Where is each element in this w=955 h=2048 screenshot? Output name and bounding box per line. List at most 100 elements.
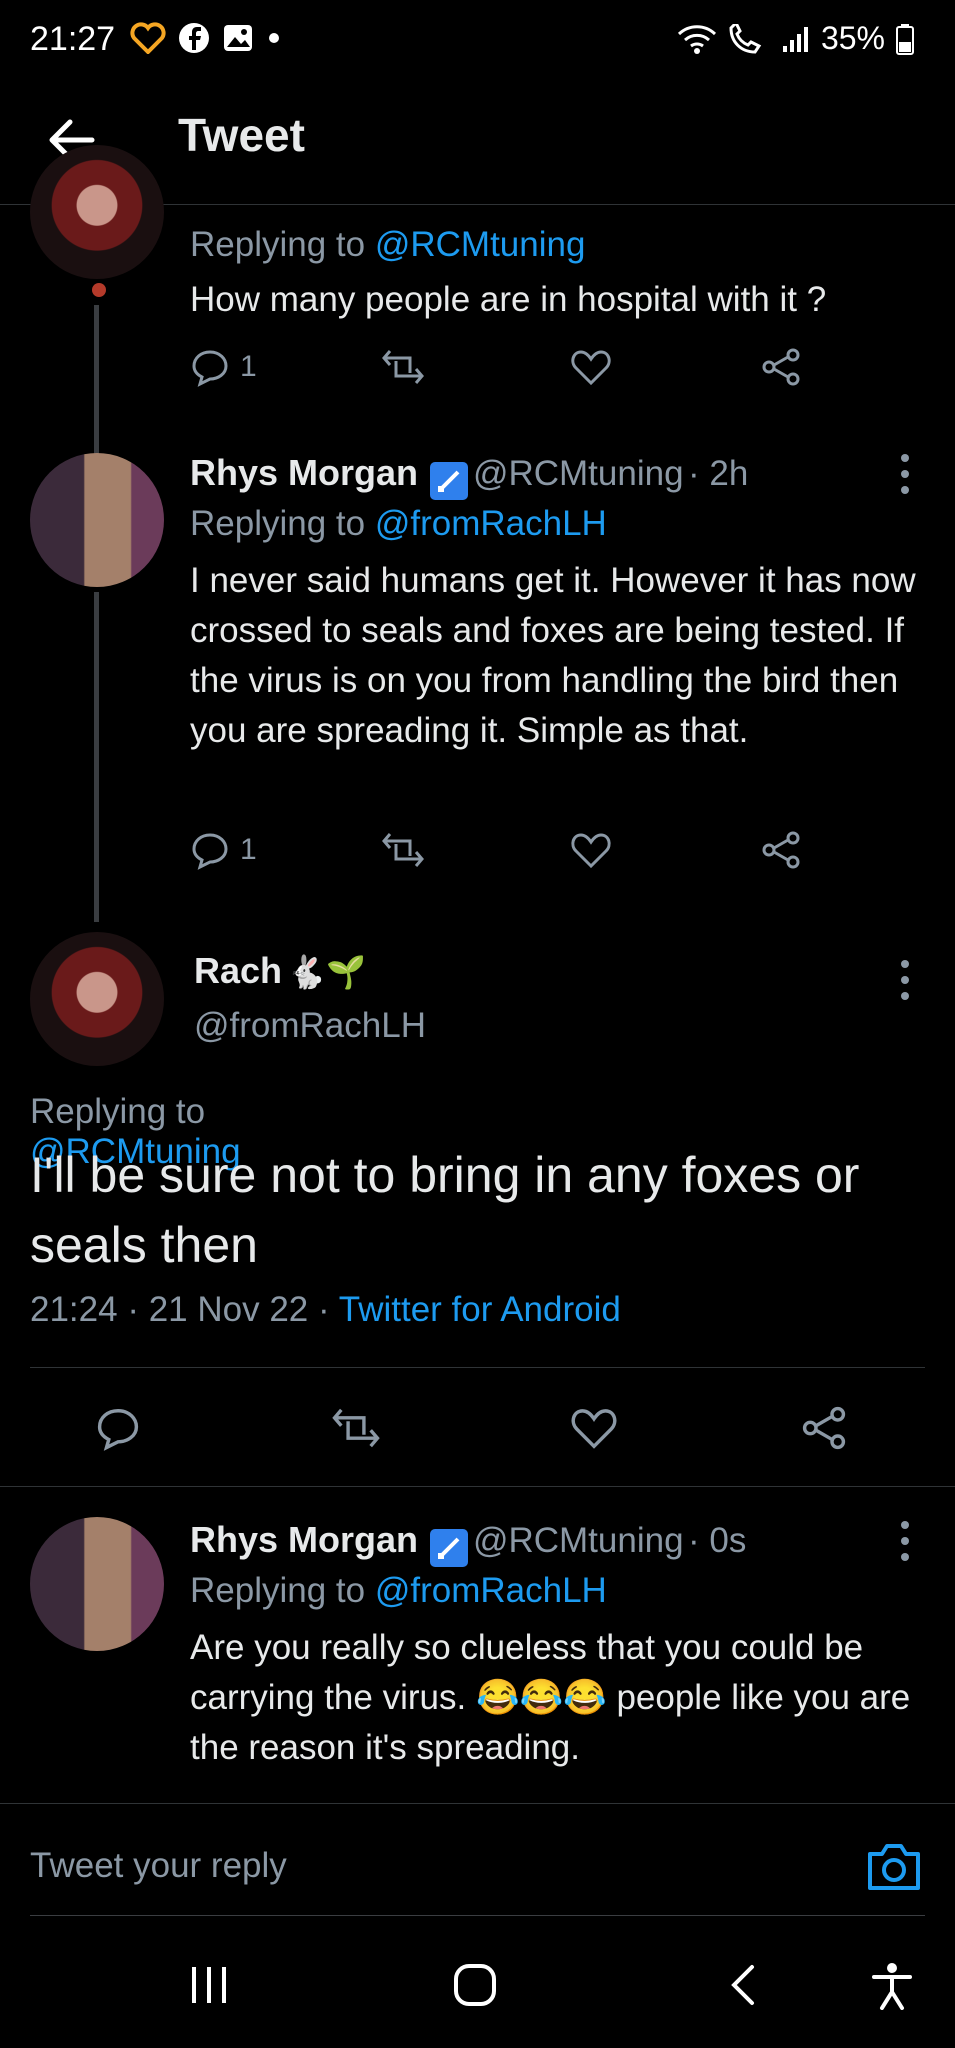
share-button[interactable] bbox=[760, 347, 802, 387]
author-block[interactable]: Rach 🐇🌱 @fromRachLH bbox=[194, 950, 426, 1046]
laughing-emojis: 😂😂😂 bbox=[475, 1678, 607, 1717]
share-button[interactable] bbox=[760, 830, 802, 870]
separator: · bbox=[127, 1290, 139, 1329]
main-tweet-text: I'll be sure not to bring in any foxes o… bbox=[30, 1147, 860, 1273]
recents-icon[interactable] bbox=[188, 1965, 230, 2005]
replying-label: Replying to bbox=[190, 225, 366, 264]
reply-button[interactable] bbox=[95, 1405, 330, 1451]
replying-to: Replying to @fromRachLH bbox=[190, 504, 607, 544]
more-options-icon[interactable] bbox=[900, 1521, 910, 1561]
battery-percent: 35% bbox=[820, 20, 885, 56]
more-options-icon[interactable] bbox=[900, 960, 910, 1000]
tweet-actions: 1 bbox=[190, 347, 802, 387]
handle: @fromRachLH bbox=[194, 1006, 426, 1045]
reply-count: 1 bbox=[240, 833, 257, 866]
retweet-button[interactable] bbox=[380, 347, 570, 387]
timestamp: · 2h bbox=[688, 454, 749, 493]
dot-icon bbox=[269, 33, 279, 43]
heart-notification-icon bbox=[130, 22, 166, 54]
retweet-button[interactable] bbox=[330, 1405, 570, 1451]
mention-link[interactable]: @fromRachLH bbox=[375, 504, 607, 543]
tweet-meta: 21:24 · 21 Nov 22 · Twitter for Android bbox=[30, 1290, 621, 1330]
avatar[interactable] bbox=[30, 932, 164, 1066]
divider bbox=[30, 1915, 925, 1916]
signal-icon bbox=[782, 26, 808, 52]
verified-badge-icon bbox=[430, 461, 469, 500]
heart-icon bbox=[571, 833, 611, 869]
more-options-icon[interactable] bbox=[900, 454, 910, 494]
status-right: 35% bbox=[677, 20, 915, 57]
tweet-text: I never said humans get it. However it h… bbox=[190, 561, 916, 750]
separator: · bbox=[318, 1290, 330, 1329]
retweet-icon bbox=[382, 350, 424, 384]
tweet-text: Are you really so clueless that you coul… bbox=[190, 1623, 930, 1773]
like-button[interactable] bbox=[570, 1405, 800, 1451]
replying-to: Replying to @RCMtuning bbox=[190, 225, 585, 265]
tweet-header: Rhys Morgan @RCMtuning · 0s bbox=[190, 1519, 746, 1567]
android-nav-bar bbox=[0, 1920, 955, 2048]
display-name[interactable]: Rhys Morgan bbox=[190, 452, 418, 493]
mention-link[interactable]: @fromRachLH bbox=[375, 1571, 607, 1610]
share-button[interactable] bbox=[800, 1405, 848, 1451]
share-icon bbox=[762, 831, 800, 869]
name-emojis: 🐇🌱 bbox=[286, 954, 367, 990]
reply-button[interactable]: 1 bbox=[190, 830, 380, 870]
retweet-button[interactable] bbox=[380, 830, 570, 870]
reply-composer: Tweet your reply bbox=[0, 1803, 955, 1919]
accessibility-icon[interactable] bbox=[870, 1962, 914, 2010]
divider bbox=[0, 1486, 955, 1487]
tweet-source-link[interactable]: Twitter for Android bbox=[339, 1290, 621, 1329]
reply-button[interactable]: 1 bbox=[190, 347, 380, 387]
mention-link[interactable]: @RCMtuning bbox=[375, 225, 586, 264]
main-tweet-actions bbox=[95, 1405, 848, 1451]
display-name[interactable]: Rhys Morgan bbox=[190, 1519, 418, 1560]
timestamp: · 0s bbox=[688, 1521, 747, 1560]
replying-to: Replying to @fromRachLH bbox=[190, 1571, 607, 1611]
reply-input[interactable]: Tweet your reply bbox=[30, 1846, 287, 1886]
camera-icon[interactable] bbox=[866, 1842, 922, 1892]
retweet-icon bbox=[382, 833, 424, 867]
tweet-actions: 1 bbox=[190, 830, 802, 870]
thread-line bbox=[94, 592, 99, 922]
reply-icon bbox=[97, 1409, 139, 1451]
notification-icons bbox=[130, 22, 282, 54]
status-time: 21:27 bbox=[30, 20, 116, 58]
heart-icon bbox=[571, 350, 611, 386]
tweet-previous[interactable]: Replying to @RCMtuning How many people a… bbox=[0, 145, 955, 545]
battery-icon bbox=[896, 23, 914, 55]
home-icon[interactable] bbox=[453, 1963, 497, 2007]
back-nav-icon[interactable] bbox=[728, 1963, 758, 2007]
page-title: Tweet bbox=[178, 109, 305, 161]
tweet-text: How many people are in hospital with it … bbox=[190, 280, 827, 319]
tweet-rhys-2[interactable]: Rhys Morgan @RCMtuning · 0s Replying to … bbox=[0, 1505, 955, 1805]
wifi-call-icon bbox=[729, 23, 762, 54]
replying-label: Replying to bbox=[190, 504, 366, 543]
share-icon bbox=[762, 348, 800, 386]
like-button[interactable] bbox=[570, 347, 760, 387]
share-icon bbox=[802, 1406, 846, 1450]
avatar-status-dot-icon bbox=[92, 283, 106, 297]
heart-icon bbox=[571, 1409, 617, 1449]
avatar[interactable] bbox=[30, 145, 164, 279]
status-bar: 21:27 35% bbox=[0, 0, 955, 80]
handle: @RCMtuning bbox=[472, 1521, 684, 1560]
handle: @RCMtuning bbox=[472, 454, 684, 493]
author-name-row: Rach 🐇🌱 bbox=[194, 950, 426, 992]
replying-label: Replying to bbox=[30, 1092, 206, 1131]
like-button[interactable] bbox=[570, 830, 760, 870]
avatar[interactable] bbox=[30, 1517, 164, 1651]
gallery-icon bbox=[224, 25, 252, 51]
tweet-date: 21 Nov 22 bbox=[148, 1290, 309, 1329]
retweet-icon bbox=[332, 1408, 380, 1448]
tweet-time: 21:24 bbox=[30, 1290, 118, 1329]
reply-icon bbox=[192, 833, 228, 870]
divider bbox=[30, 1367, 925, 1368]
tweet-rhys-1[interactable]: Rhys Morgan @RCMtuning · 2h Replying to … bbox=[0, 440, 955, 922]
verified-badge-icon bbox=[430, 1528, 469, 1567]
tweet-header: Rhys Morgan @RCMtuning · 2h bbox=[190, 452, 748, 500]
replying-label: Replying to bbox=[190, 1571, 366, 1610]
display-name: Rach bbox=[194, 950, 283, 991]
reply-count: 1 bbox=[240, 350, 257, 383]
facebook-icon bbox=[179, 23, 209, 53]
avatar[interactable] bbox=[30, 453, 164, 587]
